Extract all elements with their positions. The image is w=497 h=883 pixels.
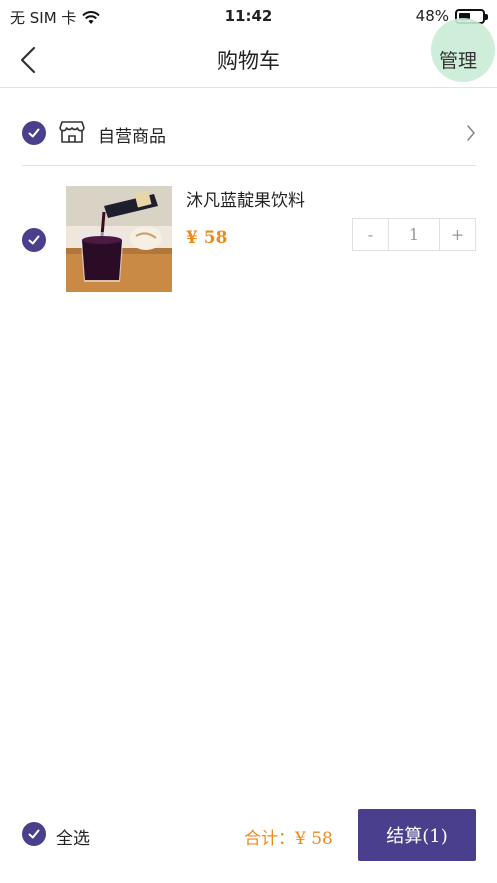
decrease-quantity-button[interactable]: - <box>353 219 389 250</box>
checkout-button[interactable]: 结算(1) <box>358 809 476 861</box>
shop-name: 自营商品 <box>98 127 166 147</box>
increase-quantity-button[interactable]: + <box>439 219 475 250</box>
select-all-label[interactable]: 全选 <box>56 824 90 849</box>
status-bar: 无 SIM 卡 11:42 48% <box>0 0 497 32</box>
quantity-input[interactable]: 1 <box>389 219 439 250</box>
product-image[interactable] <box>66 186 172 292</box>
battery-percent: 48% <box>415 7 449 25</box>
checkmark-icon <box>28 235 40 245</box>
quantity-stepper: - 1 + <box>352 218 476 251</box>
nav-header: 购物车 管理 <box>0 18 497 88</box>
checkmark-icon <box>28 128 40 138</box>
item-checkbox[interactable] <box>22 228 46 252</box>
checkout-bar: 全选 合计：¥ 58 结算(1) <box>0 808 497 862</box>
product-price: ¥ 58 <box>186 228 228 248</box>
shop-group-header[interactable]: 自营商品 <box>22 104 476 166</box>
chevron-right-icon <box>467 125 475 141</box>
store-icon <box>59 121 85 143</box>
shop-checkbox[interactable] <box>22 121 46 145</box>
manage-button[interactable]: 管理 <box>439 46 477 73</box>
product-name[interactable]: 沐凡蓝靛果饮料 <box>186 186 305 211</box>
select-all-checkbox[interactable] <box>22 822 46 846</box>
page-title: 购物车 <box>217 49 280 73</box>
checkmark-icon <box>28 829 40 839</box>
cart-total: 合计：¥ 58 <box>244 829 333 849</box>
